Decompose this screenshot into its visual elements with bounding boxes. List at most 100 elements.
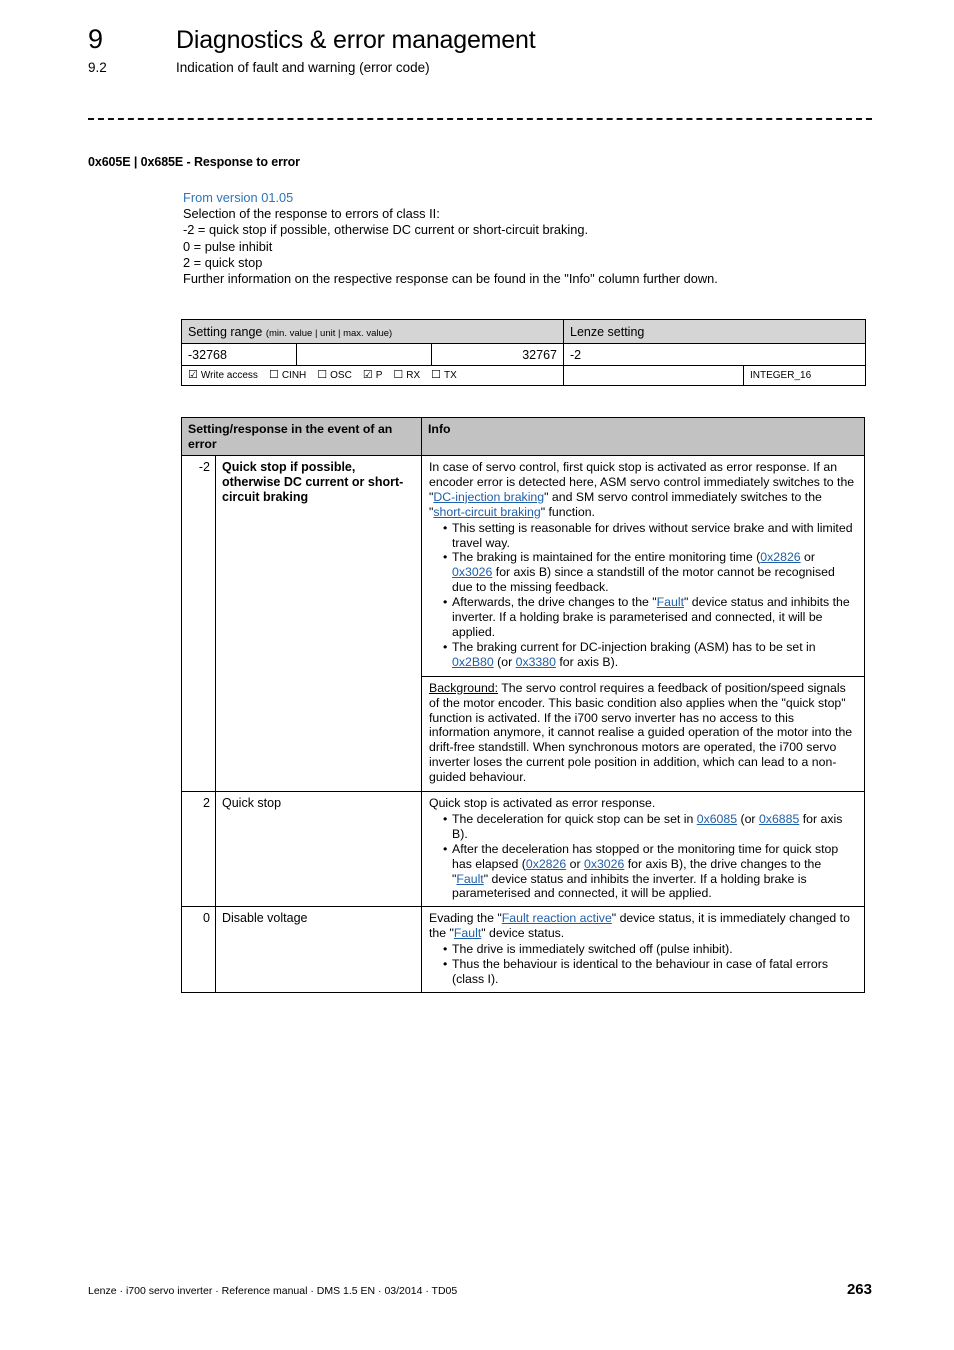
list-item: Afterwards, the drive changes to the "Fa…	[443, 595, 857, 640]
background-label: Background:	[429, 680, 499, 695]
page-title: 0x605E | 0x685E - Response to error	[88, 155, 300, 169]
bullet-text: The braking is maintained for the entire…	[452, 550, 761, 565]
checkbox-checked-icon: ☑	[188, 369, 198, 381]
info-paragraph: Evading the "Fault reaction active" devi…	[429, 911, 857, 941]
setting-range-header: Setting range (min. value | unit | max. …	[181, 319, 564, 344]
info-paragraph: Quick stop is activated as error respons…	[429, 796, 656, 811]
page-number: 263	[846, 1281, 872, 1298]
bullet-text: The deceleration for quick stop can be s…	[452, 811, 697, 826]
bullet-text: for axis B).	[555, 654, 619, 669]
background-text: The servo control requires a feedback of…	[429, 680, 853, 785]
link-0x2b80[interactable]: 0x2B80	[452, 655, 494, 669]
response-table: Setting/response in the event of an erro…	[180, 417, 865, 993]
checkbox-checked-icon: ☑	[362, 369, 373, 381]
version-note: From version 01.05	[183, 190, 294, 205]
link-0x3026[interactable]: 0x3026	[452, 565, 492, 579]
header-dashed-rule	[88, 118, 872, 120]
section-number: 9.2	[88, 60, 107, 75]
info-paragraph: In case of servo control, first quick st…	[429, 460, 857, 520]
background-paragraph: Background: The servo control requires a…	[429, 681, 857, 785]
unit-value-cell	[296, 343, 432, 366]
bullet-text: (or	[493, 654, 516, 669]
link-dc-injection-braking[interactable]: DC-injection braking	[433, 490, 544, 504]
link-0x6885[interactable]: 0x6885	[759, 812, 799, 826]
intro-line-0: Selection of the response to errors of c…	[183, 206, 440, 222]
info-segment-main: In case of servo control, first quick st…	[422, 456, 864, 676]
lenze-value-cell: -2	[562, 343, 867, 366]
running-header: 9 Diagnostics & error management 9.2 Ind…	[88, 24, 872, 75]
document-page: 9 Diagnostics & error management 9.2 Ind…	[0, 0, 954, 1350]
list-item: Thus the behaviour is identical to the b…	[443, 957, 857, 987]
info-bullet-list: This setting is reasonable for drives wi…	[429, 521, 857, 670]
link-0x2826[interactable]: 0x2826	[760, 550, 800, 564]
section-line: 9.2 Indication of fault and warning (err…	[88, 60, 872, 75]
intro-line-4: Further information on the respective re…	[183, 271, 718, 287]
table-row: 0 Disable voltage Evading the "Fault rea…	[181, 906, 865, 993]
chapter-title: Diagnostics & error management	[176, 26, 536, 54]
info-text: Evading the "	[429, 911, 502, 926]
empty-cell	[563, 365, 744, 386]
access-flag-label: TX	[444, 370, 457, 381]
setting-range-header-sub: (min. value | unit | max. value)	[265, 327, 393, 339]
link-0x3026[interactable]: 0x3026	[584, 857, 624, 871]
access-flags-cell: ☑ Write access ☐ CINH ☐ OSC ☑ P ☐ RX ☐ TX	[181, 365, 564, 386]
col-header-info: Info	[421, 417, 865, 456]
row-info: Evading the "Fault reaction active" devi…	[421, 906, 865, 993]
access-flag-p: ☑ P	[362, 369, 383, 382]
access-flag-label: P	[375, 370, 383, 381]
list-item: This setting is reasonable for drives wi…	[443, 521, 857, 551]
link-short-circuit-braking[interactable]: short-circuit braking	[433, 505, 540, 519]
list-item: The drive is immediately switched off (p…	[443, 942, 857, 957]
link-0x2826[interactable]: 0x2826	[526, 857, 566, 871]
access-flag-tx: ☐ TX	[431, 369, 457, 382]
bullet-text: " device status and inhibits the inverte…	[452, 871, 807, 901]
intro-line-3: 2 = quick stop	[183, 254, 263, 270]
row-value: -2	[181, 454, 216, 793]
row-value: 0	[181, 906, 216, 993]
row-label: Quick stop	[214, 791, 423, 908]
bullet-text: Thus the behaviour is identical to the b…	[452, 957, 828, 986]
checkbox-unchecked-icon: ☐	[268, 369, 279, 381]
bullet-text: (or	[737, 811, 759, 826]
access-flag-osc: ☐ OSC	[317, 369, 352, 382]
info-text: " device status.	[481, 926, 565, 941]
table-row: Setting range (min. value | unit | max. …	[181, 319, 867, 344]
section-title: Indication of fault and warning (error c…	[176, 60, 430, 75]
bullet-text: The braking current for DC-injection bra…	[452, 639, 816, 654]
checkbox-unchecked-icon: ☐	[317, 369, 328, 381]
list-item: The deceleration for quick stop can be s…	[443, 812, 857, 842]
link-fault[interactable]: Fault	[456, 872, 483, 886]
list-item: The braking current for DC-injection bra…	[443, 640, 857, 670]
bullet-text: or	[566, 856, 584, 871]
link-fault[interactable]: Fault	[657, 595, 684, 609]
access-flag-label: Write access	[200, 370, 258, 381]
info-segment-background: Background: The servo control requires a…	[422, 675, 864, 791]
row-value: 2	[181, 791, 216, 908]
table-header-row: Setting/response in the event of an erro…	[180, 417, 865, 456]
bullet-text: This setting is reasonable for drives wi…	[452, 520, 853, 550]
checkbox-unchecked-icon: ☐	[431, 369, 442, 381]
access-flag-label: CINH	[281, 370, 307, 381]
chapter-number: 9	[88, 24, 103, 54]
link-0x6085[interactable]: 0x6085	[697, 812, 737, 826]
access-flag-rx: ☐ RX	[393, 370, 420, 382]
link-fault-reaction-active[interactable]: Fault reaction active	[502, 911, 612, 925]
col-header-setting-response: Setting/response in the event of an erro…	[180, 417, 423, 456]
lenze-setting-header: Lenze setting	[562, 319, 867, 344]
list-item: After the deceleration has stopped or th…	[443, 842, 857, 902]
access-flag-label: OSC	[330, 370, 352, 381]
table-row: ☑ Write access ☐ CINH ☐ OSC ☑ P ☐ RX ☐ TX INTE…	[181, 365, 867, 386]
bullet-text: for axis B) since a standstill of the mo…	[452, 565, 835, 595]
access-flag-cinh: ☐ CINH	[268, 369, 307, 382]
intro-block: From version 01.05 Selection of the resp…	[183, 190, 873, 287]
row-label: Disable voltage	[214, 906, 423, 993]
chapter-line: 9 Diagnostics & error management	[88, 24, 872, 55]
intro-line-2: 0 = pulse inhibit	[183, 238, 273, 254]
max-value-cell: 32767	[431, 343, 564, 366]
table-row: 2 Quick stop Quick stop is activated as …	[181, 791, 865, 908]
table-row: -2 Quick stop if possible, otherwise DC …	[181, 454, 865, 793]
row-info: In case of servo control, first quick st…	[422, 456, 865, 792]
link-0x3380[interactable]: 0x3380	[516, 655, 556, 669]
link-fault[interactable]: Fault	[454, 926, 481, 940]
intro-line-1: -2 = quick stop if possible, otherwise D…	[183, 222, 589, 238]
